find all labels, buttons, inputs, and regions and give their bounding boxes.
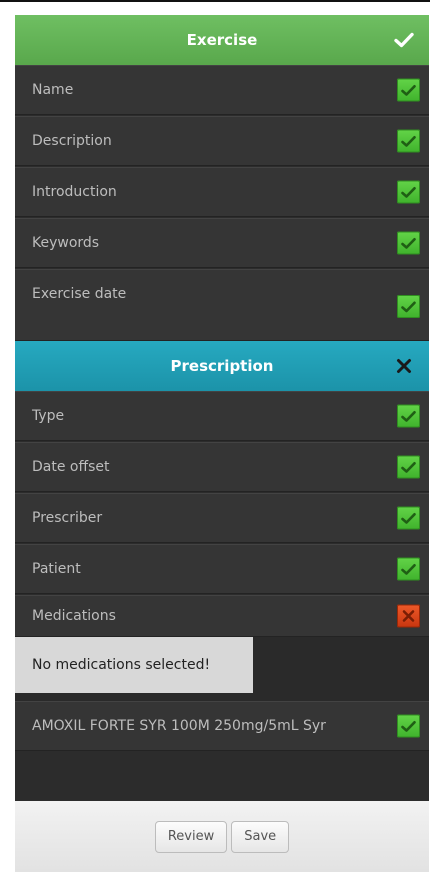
field-label: Exercise date	[32, 286, 127, 302]
field-label: Medications	[32, 608, 116, 624]
field-row-patient[interactable]: Patient	[15, 544, 429, 594]
field-label: Prescriber	[32, 510, 103, 526]
valid-check-icon	[397, 78, 420, 102]
field-row-keywords[interactable]: Keywords	[15, 218, 429, 268]
exercise-section-title: Exercise	[186, 31, 258, 49]
valid-check-icon	[397, 557, 420, 581]
field-label: Patient	[32, 561, 81, 577]
field-label: Date offset	[32, 459, 110, 475]
valid-check-icon	[397, 180, 420, 204]
valid-check-icon	[397, 295, 420, 318]
field-row-date-offset[interactable]: Date offset	[15, 442, 429, 492]
field-row-description[interactable]: Description	[15, 116, 429, 166]
exercise-section-header[interactable]: Exercise	[15, 15, 429, 65]
field-row-type[interactable]: Type	[15, 391, 429, 441]
prescription-section-header[interactable]: Prescription	[15, 341, 429, 391]
field-row-introduction[interactable]: Introduction	[15, 167, 429, 217]
valid-check-icon	[397, 455, 420, 479]
field-row-prescriber[interactable]: Prescriber	[15, 493, 429, 543]
top-border	[0, 0, 430, 2]
valid-check-icon	[397, 231, 420, 255]
field-label: Description	[32, 133, 112, 149]
save-button[interactable]: Save	[231, 820, 290, 853]
medication-label: AMOXIL FORTE SYR 100M 250mg/5mL Syr	[32, 718, 326, 734]
valid-check-icon	[397, 129, 420, 153]
valid-check-icon	[397, 404, 420, 428]
invalid-x-icon	[397, 604, 420, 628]
field-label: Introduction	[32, 184, 117, 200]
valid-check-icon	[397, 714, 420, 738]
footer-toolbar: Review Save	[15, 801, 429, 872]
checklist-panel: Exercise Name Description Introduction K…	[15, 15, 429, 872]
valid-check-icon	[397, 506, 420, 530]
close-icon	[393, 355, 415, 377]
field-label: Name	[32, 82, 74, 98]
checkmark-icon	[393, 29, 415, 51]
medication-list-item[interactable]: AMOXIL FORTE SYR 100M 250mg/5mL Syr	[15, 701, 429, 751]
field-row-name[interactable]: Name	[15, 65, 429, 115]
review-button[interactable]: Review	[154, 820, 228, 853]
field-label: Keywords	[32, 235, 100, 251]
field-row-medications[interactable]: Medications	[15, 595, 429, 637]
field-label: Type	[32, 408, 65, 424]
no-medications-warning: No medications selected!	[15, 637, 253, 693]
field-row-exercise-date[interactable]: Exercise date	[15, 269, 429, 341]
prescription-section-title: Prescription	[170, 357, 274, 375]
